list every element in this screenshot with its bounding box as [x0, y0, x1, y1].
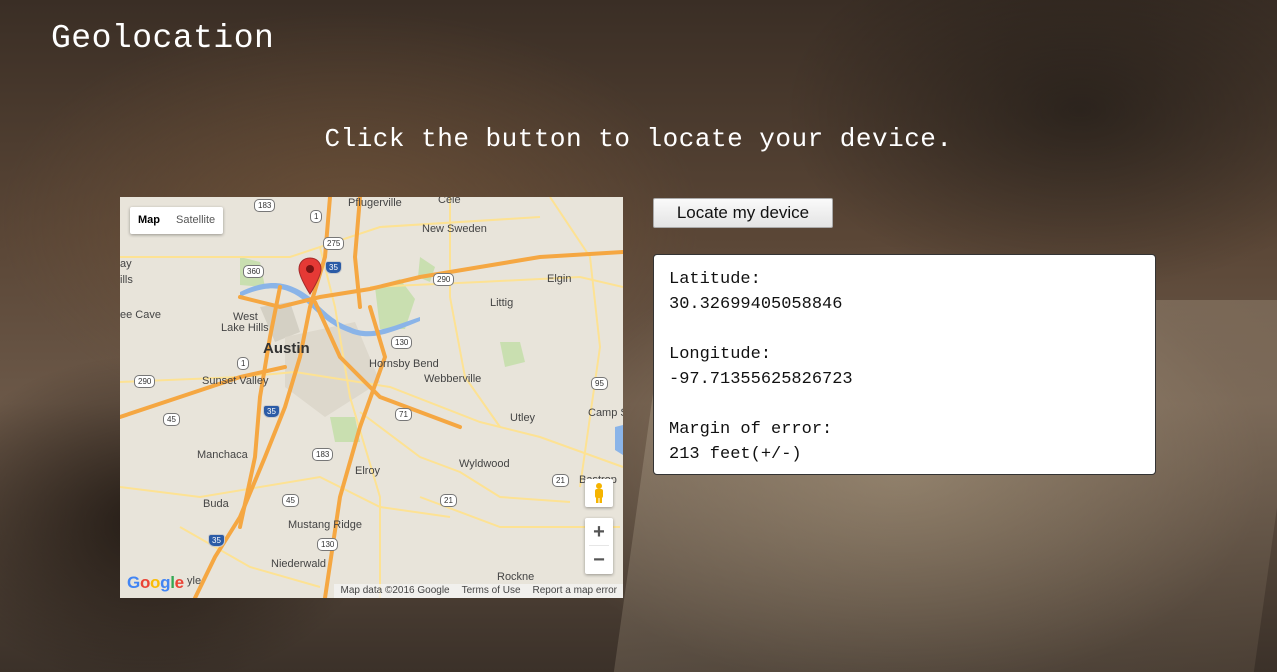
longitude-value: -97.71355625826723	[669, 370, 853, 389]
pegman-icon	[595, 483, 603, 503]
map-type-map-button[interactable]: Map	[130, 207, 168, 234]
route-shield: 35	[263, 405, 280, 418]
instruction-text: Click the button to locate your device.	[324, 124, 953, 154]
route-shield: 35	[325, 261, 342, 274]
route-shield: 183	[312, 448, 334, 461]
route-shield: 290	[134, 375, 156, 388]
route-shield: 21	[440, 494, 457, 507]
route-shield: 71	[395, 408, 412, 421]
route-shield: 45	[163, 413, 180, 426]
margin-of-error-value: 213 feet(+/-)	[669, 445, 802, 464]
street-view-button[interactable]	[585, 479, 613, 507]
google-logo: Google	[127, 573, 184, 592]
terms-of-use-link[interactable]: Terms of Use	[462, 584, 521, 598]
longitude-label: Longitude:	[669, 345, 772, 364]
route-shield: 35	[208, 534, 225, 547]
park-area	[500, 342, 525, 367]
zoom-out-button[interactable]: −	[585, 546, 613, 574]
map-view[interactable]: Austin Pflugerville Cele New Sweden Elgi…	[120, 197, 623, 598]
place-label: Rockne	[497, 571, 535, 583]
route-shield: 21	[552, 474, 569, 487]
route-shield: 95	[591, 377, 608, 390]
place-label: Mustang Ridge	[288, 519, 362, 531]
location-marker-icon[interactable]	[298, 257, 322, 295]
route-shield: 183	[254, 199, 276, 212]
place-label: ay	[120, 258, 132, 270]
place-label: Littig	[490, 297, 514, 309]
latitude-value: 30.32699405058846	[669, 295, 843, 314]
route-shield: 290	[433, 273, 455, 286]
place-label: Pflugerville	[348, 197, 402, 209]
route-shield: 45	[282, 494, 299, 507]
route-shield: 130	[391, 336, 413, 349]
locate-device-button[interactable]: Locate my device	[653, 198, 833, 228]
route-shield: 360	[243, 265, 265, 278]
report-map-error-link[interactable]: Report a map error	[533, 584, 617, 598]
place-label: Wyldwood	[459, 458, 510, 470]
place-label: Hornsby Bend	[369, 358, 439, 370]
page-title: Geolocation	[51, 20, 275, 57]
map-type-control: Map Satellite	[130, 207, 224, 234]
map-attribution: Map data ©2016 Google Terms of Use Repor…	[334, 584, 623, 598]
place-label: ills	[120, 274, 133, 286]
zoom-in-button[interactable]: +	[585, 518, 613, 546]
place-label: Sunset Valley	[202, 375, 269, 387]
route-shield: 1	[237, 357, 250, 370]
place-label-austin: Austin	[263, 340, 310, 357]
place-label: Cele	[438, 197, 461, 206]
place-label: yle	[187, 575, 202, 587]
route-shield: 1	[310, 210, 323, 223]
map-tiles	[120, 197, 623, 598]
place-label: New Sweden	[422, 223, 487, 235]
place-label: Utley	[510, 412, 536, 424]
place-label: Niederwald	[271, 558, 327, 570]
place-label: Camp S	[588, 407, 623, 419]
place-label: Elgin	[547, 273, 572, 285]
place-label: Buda	[203, 498, 229, 510]
place-label: Lake Hills	[221, 322, 269, 334]
map-data-credit: Map data ©2016 Google	[340, 585, 450, 596]
margin-of-error-label: Margin of error:	[669, 420, 833, 439]
zoom-control: + −	[585, 518, 613, 574]
lake	[615, 425, 623, 455]
route-shield: 130	[317, 538, 339, 551]
place-label: Webberville	[424, 373, 482, 385]
route-shield: 275	[323, 237, 345, 250]
location-results-panel: Latitude: 30.32699405058846 Longitude: -…	[653, 254, 1156, 475]
place-label: ee Cave	[120, 309, 161, 321]
place-label: Elroy	[355, 465, 381, 477]
place-label: Manchaca	[197, 449, 248, 461]
map-type-satellite-button[interactable]: Satellite	[168, 207, 223, 234]
zoom-divider	[589, 545, 609, 546]
latitude-label: Latitude:	[669, 270, 761, 289]
